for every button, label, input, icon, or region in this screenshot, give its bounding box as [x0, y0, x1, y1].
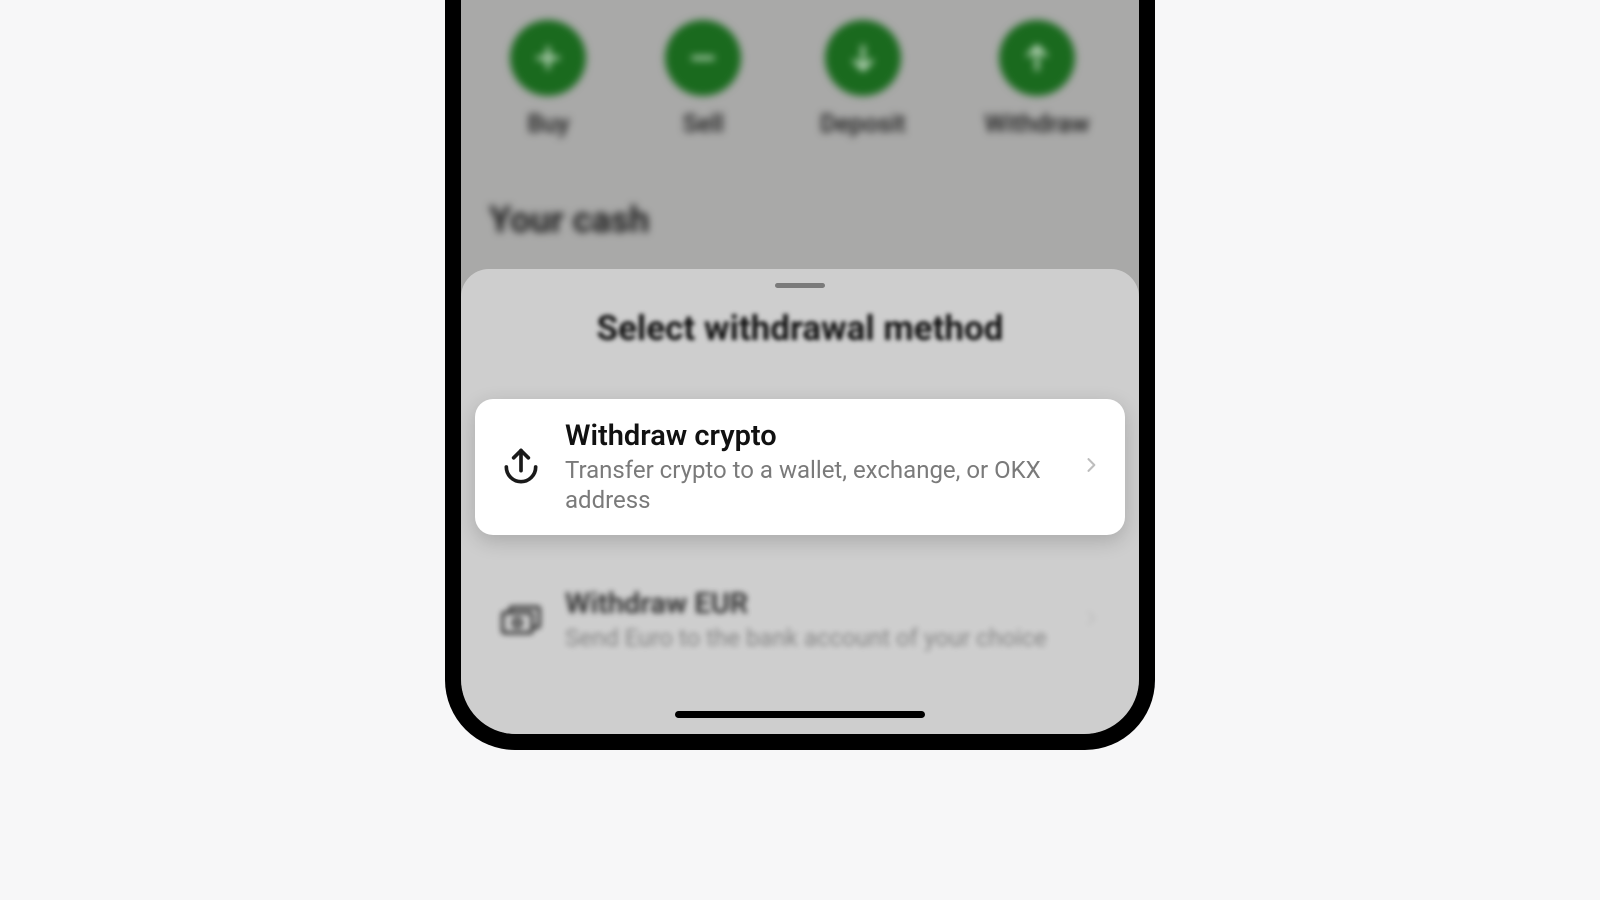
sheet-title: Select withdrawal method	[461, 308, 1139, 349]
option-withdraw-eur[interactable]: Withdraw EUR Send Euro to the bank accou…	[475, 567, 1125, 673]
sell-button[interactable]: Sell	[665, 20, 741, 139]
option-withdraw-crypto[interactable]: Withdraw crypto Transfer crypto to a wal…	[475, 399, 1125, 535]
sell-label: Sell	[683, 110, 724, 139]
deposit-label: Deposit	[820, 110, 906, 139]
quick-actions: Buy Sell Deposit	[461, 10, 1139, 139]
option-text: Withdraw EUR Send Euro to the bank accou…	[565, 587, 1059, 653]
chevron-right-icon	[1081, 451, 1101, 483]
buy-label: Buy	[527, 110, 569, 139]
option-title: Withdraw EUR	[565, 587, 1059, 621]
device-screen: Buy Sell Deposit	[461, 0, 1139, 734]
arrow-down-icon	[825, 20, 901, 96]
minus-icon	[665, 20, 741, 96]
arrow-up-icon	[999, 20, 1075, 96]
option-subtitle: Transfer crypto to a wallet, exchange, o…	[565, 455, 1059, 515]
option-text: Withdraw crypto Transfer crypto to a wal…	[565, 419, 1059, 515]
plus-icon	[510, 20, 586, 96]
section-title: Your cash	[461, 139, 1139, 241]
option-title: Withdraw crypto	[565, 419, 1059, 453]
sheet-handle[interactable]	[775, 283, 825, 288]
device-frame: Buy Sell Deposit	[445, 0, 1155, 750]
cash-icon	[499, 598, 543, 642]
option-subtitle: Send Euro to the bank account of your ch…	[565, 623, 1059, 653]
chevron-right-icon	[1081, 604, 1101, 636]
withdrawal-sheet: Select withdrawal method Withdraw crypto…	[461, 269, 1139, 734]
withdraw-label: Withdraw	[984, 110, 1089, 139]
deposit-button[interactable]: Deposit	[820, 20, 906, 139]
buy-button[interactable]: Buy	[510, 20, 586, 139]
withdraw-button[interactable]: Withdraw	[984, 20, 1089, 139]
withdraw-crypto-icon	[499, 445, 543, 489]
home-indicator[interactable]	[675, 711, 925, 718]
